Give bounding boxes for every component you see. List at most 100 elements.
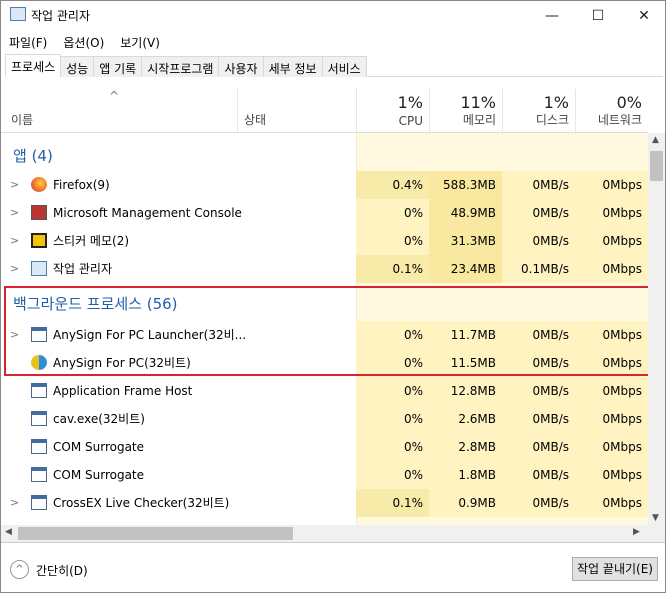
maximize-button[interactable]: ☐	[575, 1, 621, 31]
footer: ^ 간단히(D) 작업 끝내기(E)	[1, 542, 665, 594]
expand-chevron-icon[interactable]: >	[10, 171, 19, 199]
group-apps[interactable]: 앱 (4)	[13, 145, 53, 166]
process-row[interactable]: COM Surrogate 0% 2.8MB 0MB/s 0Mbps	[1, 433, 648, 461]
mem-value: 0.9MB	[429, 489, 502, 517]
cpu-value: 0%	[356, 461, 429, 489]
process-row[interactable]: > 작업 관리자 0.1% 23.4MB 0.1MB/s 0Mbps	[1, 255, 648, 283]
column-header: ^ 이름 상태 1% CPU 11% 메모리 1% 디스크 0% 네트워크	[1, 89, 648, 133]
cpu-value: 0%	[356, 405, 429, 433]
process-name: Application Frame Host	[53, 384, 193, 398]
cpu-value: 0.1%	[356, 255, 429, 283]
process-window-icon	[31, 467, 47, 482]
cpu-value: 0%	[356, 227, 429, 255]
process-name: Microsoft Management Console	[53, 206, 242, 220]
process-name: Firefox(9)	[53, 178, 110, 192]
disk-value: 0MB/s	[502, 377, 575, 405]
tab-services[interactable]: 서비스	[321, 56, 367, 77]
tab-performance[interactable]: 성능	[60, 56, 95, 77]
disk-label: 디스크	[535, 113, 569, 127]
header-disk[interactable]: 1% 디스크	[502, 89, 575, 133]
process-row[interactable]: cav.exe(32비트) 0% 2.6MB 0MB/s 0Mbps	[1, 405, 648, 433]
disk-value: 0MB/s	[502, 227, 575, 255]
process-row[interactable]: > 스티커 메모(2) 0% 31.3MB 0MB/s 0Mbps	[1, 227, 648, 255]
tab-app-history[interactable]: 앱 기록	[93, 56, 143, 77]
header-name-label: 이름	[11, 113, 34, 127]
tab-startup[interactable]: 시작프로그램	[141, 56, 220, 77]
scroll-left-icon[interactable]: ◀	[5, 527, 12, 537]
net-value: 0Mbps	[575, 199, 648, 227]
process-name: COM Surrogate	[53, 440, 145, 454]
mmc-icon	[31, 205, 47, 220]
menu-bar: 파일(F) 옵션(O) 보기(V)	[9, 34, 160, 51]
process-row[interactable]: Application Frame Host 0% 12.8MB 0MB/s 0Mbps	[1, 377, 648, 405]
expand-chevron-icon[interactable]: >	[10, 199, 19, 227]
net-value: 0Mbps	[575, 405, 648, 433]
scroll-thumb[interactable]	[650, 151, 663, 181]
tab-details[interactable]: 세부 정보	[262, 56, 323, 77]
process-name: CrossEX Live Checker(32비트)	[53, 496, 230, 510]
cpu-value: 0%	[356, 377, 429, 405]
tab-processes[interactable]: 프로세스	[5, 54, 62, 77]
collapse-icon[interactable]: ^	[10, 560, 29, 579]
menu-file[interactable]: 파일(F)	[9, 34, 47, 51]
disk-value: 0MB/s	[502, 405, 575, 433]
window-title: 작업 관리자	[31, 9, 91, 23]
process-row[interactable]: > Microsoft Management Console 0% 48.9MB 0MB…	[1, 199, 648, 227]
scroll-up-icon[interactable]: ▲	[652, 135, 659, 145]
tab-users[interactable]: 사용자	[218, 56, 264, 77]
scroll-down-icon[interactable]: ▼	[652, 513, 659, 523]
net-value: 0Mbps	[575, 433, 648, 461]
process-row[interactable]: > Firefox(9) 0.4% 588.3MB 0MB/s 0Mbps	[1, 171, 648, 199]
header-cpu[interactable]: 1% CPU	[356, 89, 429, 133]
fewer-details-link[interactable]: 간단히(D)	[36, 562, 88, 579]
process-window-icon	[31, 495, 47, 510]
process-window-icon	[31, 383, 47, 398]
scroll-right-icon[interactable]: ▶	[633, 527, 640, 537]
process-row[interactable]: COM Surrogate 0% 1.8MB 0MB/s 0Mbps	[1, 461, 648, 489]
minimize-button[interactable]: —	[529, 1, 575, 31]
expand-chevron-icon[interactable]: >	[10, 489, 19, 517]
mem-value: 12.8MB	[429, 377, 502, 405]
cpu-value: 0.1%	[356, 489, 429, 517]
process-name: 스티커 메모(2)	[53, 234, 130, 248]
process-name: 작업 관리자	[53, 262, 113, 276]
cpu-value: 0.4%	[356, 171, 429, 199]
process-row[interactable]: > CrossEX Live Checker(32비트) 0.1% 0.9MB 0MB/…	[1, 489, 648, 517]
tab-bar: 프로세스 성능 앱 기록 시작프로그램 사용자 세부 정보 서비스	[5, 54, 663, 77]
net-value: 0Mbps	[575, 227, 648, 255]
vertical-scrollbar[interactable]: ▲ ▼	[648, 133, 665, 525]
cpu-value: 0%	[356, 433, 429, 461]
net-value: 0Mbps	[575, 461, 648, 489]
disk-value: 0MB/s	[502, 461, 575, 489]
menu-options[interactable]: 옵션(O)	[63, 34, 104, 51]
header-memory[interactable]: 11% 메모리	[429, 89, 502, 133]
disk-value: 0.1MB/s	[502, 255, 575, 283]
close-button[interactable]: ✕	[621, 1, 666, 31]
mem-value: 1.8MB	[429, 461, 502, 489]
sort-arrow-icon: ^	[109, 89, 120, 103]
header-status-label: 상태	[244, 113, 267, 127]
header-network[interactable]: 0% 네트워크	[575, 89, 648, 133]
cpu-label: CPU	[398, 114, 423, 128]
end-task-button[interactable]: 작업 끝내기(E)	[572, 557, 658, 581]
disk-value: 0MB/s	[502, 489, 575, 517]
net-value: 0Mbps	[575, 171, 648, 199]
disk-value: 0MB/s	[502, 171, 575, 199]
task-manager-icon	[31, 261, 47, 276]
memory-total: 11%	[460, 93, 496, 112]
h-scroll-thumb[interactable]	[18, 527, 293, 540]
mem-value: 588.3MB	[429, 171, 502, 199]
network-label: 네트워크	[597, 113, 642, 127]
disk-value: 0MB/s	[502, 433, 575, 461]
expand-chevron-icon[interactable]: >	[10, 255, 19, 283]
header-status[interactable]: 상태	[237, 89, 356, 133]
network-total: 0%	[616, 93, 642, 112]
header-name[interactable]: ^ 이름	[1, 89, 237, 133]
memory-label: 메모리	[462, 113, 496, 127]
expand-chevron-icon[interactable]: >	[10, 227, 19, 255]
cpu-total: 1%	[397, 93, 423, 112]
horizontal-scrollbar[interactable]: ◀ ▶	[1, 525, 665, 542]
mem-value: 23.4MB	[429, 255, 502, 283]
menu-view[interactable]: 보기(V)	[120, 34, 160, 51]
sticky-notes-icon	[31, 233, 47, 248]
